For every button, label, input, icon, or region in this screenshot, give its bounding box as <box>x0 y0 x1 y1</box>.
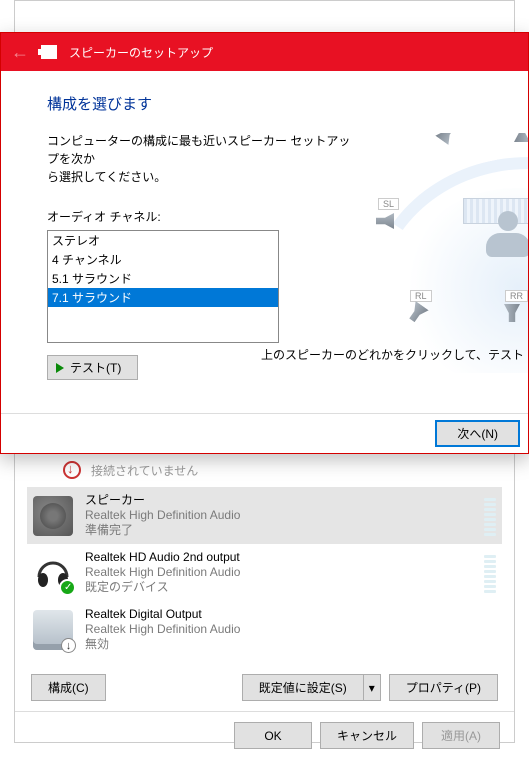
disabled-badge-icon: ↓ <box>61 638 76 653</box>
wizard-title: スピーカーのセットアップ <box>69 44 213 61</box>
wizard-footer: 次へ(N) <box>1 413 528 453</box>
diagram-hint: 上のスピーカーのどれかをクリックして、テスト <box>1 346 528 363</box>
device-row-headphone[interactable]: Realtek HD Audio 2nd output Realtek High… <box>27 544 502 601</box>
speaker-icon <box>33 496 73 536</box>
device-title: スピーカー <box>85 493 472 508</box>
device-title: Realtek Digital Output <box>85 607 496 622</box>
wizard-titlebar: ← スピーカーのセットアップ <box>1 33 528 71</box>
set-default-chevron[interactable]: ▾ <box>363 674 381 701</box>
audio-channel-listbox[interactable]: ステレオ 4 チャンネル 5.1 サラウンド 7.1 サラウンド <box>47 230 279 343</box>
speaker-layout-diagram: L R SL RL RR <box>368 133 528 373</box>
disconnected-label: 接続されていません <box>91 462 198 479</box>
speaker-setup-wizard: ← スピーカーのセットアップ 構成を選びます コンピューターの構成に最も近いスピ… <box>0 32 529 454</box>
speaker-front-right[interactable]: R <box>513 133 528 155</box>
properties-button[interactable]: プロパティ(P) <box>389 674 498 701</box>
device-row-speaker[interactable]: スピーカー Realtek High Definition Audio 準備完了 <box>27 487 502 544</box>
cancel-button[interactable]: キャンセル <box>320 722 414 749</box>
device-status: 既定のデバイス <box>85 580 472 595</box>
apply-button[interactable]: 適用(A) <box>422 722 500 749</box>
headphone-icon <box>33 553 73 593</box>
channel-option[interactable]: 4 チャンネル <box>48 250 278 269</box>
disconnected-device-row: 接続されていません <box>15 461 514 487</box>
device-title: Realtek HD Audio 2nd output <box>85 550 472 565</box>
spdif-icon: ↓ <box>33 610 73 650</box>
device-sub: Realtek High Definition Audio <box>85 565 472 580</box>
next-button[interactable]: 次へ(N) <box>435 420 520 447</box>
channel-option-selected[interactable]: 7.1 サラウンド <box>48 288 278 307</box>
device-status: 無効 <box>85 637 496 652</box>
channel-option[interactable]: ステレオ <box>48 231 278 250</box>
set-default-split-button[interactable]: 既定値に設定(S) ▾ <box>242 674 381 701</box>
playback-device-list[interactable]: スピーカー Realtek High Definition Audio 準備完了… <box>27 487 502 658</box>
ok-button[interactable]: OK <box>234 722 312 749</box>
listener-icon <box>478 211 528 261</box>
set-default-button[interactable]: 既定値に設定(S) <box>242 674 363 701</box>
device-row-digital[interactable]: ↓ Realtek Digital Output Realtek High De… <box>27 601 502 658</box>
speaker-rear-right[interactable]: RR <box>503 305 528 335</box>
device-sub: Realtek High Definition Audio <box>85 622 496 637</box>
wizard-heading: 構成を選びます <box>47 93 528 114</box>
default-badge-icon <box>59 579 76 596</box>
configure-button[interactable]: 構成(C) <box>31 674 106 701</box>
wizard-description: コンピューターの構成に最も近いスピーカー セットアップを次か ら選択してください… <box>47 132 357 186</box>
speaker-title-icon <box>41 45 57 59</box>
level-meter-icon <box>484 496 496 536</box>
speaker-front-left[interactable]: L <box>438 133 468 155</box>
play-icon <box>56 363 64 373</box>
disconnected-icon <box>63 461 81 479</box>
device-status: 準備完了 <box>85 523 472 538</box>
device-sub: Realtek High Definition Audio <box>85 508 472 523</box>
speaker-rear-left[interactable]: RL <box>408 305 438 335</box>
back-arrow-icon: ← <box>11 42 29 63</box>
speaker-side-left[interactable]: SL <box>376 213 406 243</box>
channel-option[interactable]: 5.1 サラウンド <box>48 269 278 288</box>
level-meter-icon <box>484 553 496 593</box>
